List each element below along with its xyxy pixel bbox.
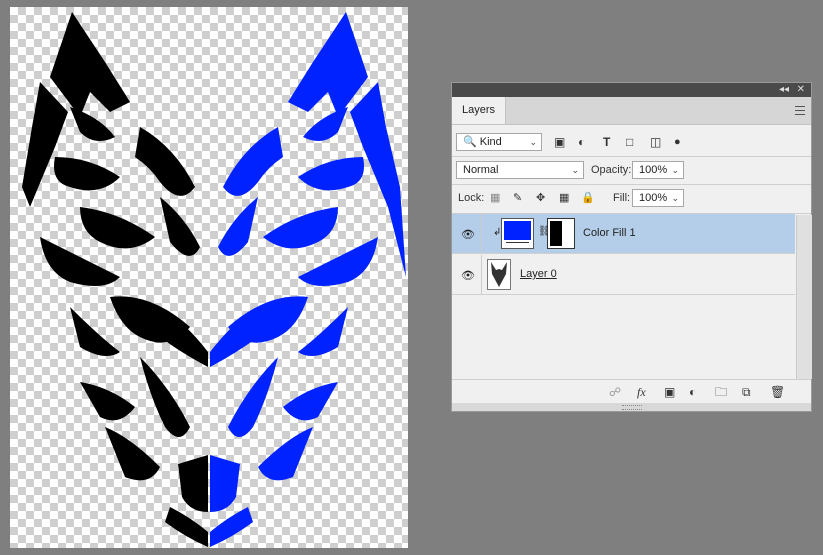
lock-label: Lock: bbox=[458, 192, 485, 204]
chevron-down-icon: ⌄ bbox=[671, 193, 679, 203]
chevron-down-icon: ⌄ bbox=[529, 137, 537, 147]
link-icon[interactable]: ☍ bbox=[609, 385, 621, 399]
adjustment-icon[interactable]: ◐ bbox=[689, 385, 696, 399]
lock-all-icon[interactable]: 🔒 bbox=[581, 189, 595, 207]
kind-filter-label: Kind bbox=[479, 136, 502, 148]
blend-row: Normal ⌄ Opacity: 100% ⌄ bbox=[452, 161, 811, 181]
search-icon: 🔍 bbox=[463, 136, 477, 148]
mask-icon[interactable]: ▣ bbox=[664, 385, 675, 399]
layer-name[interactable]: Layer 0 bbox=[520, 268, 557, 280]
lock-transparency-icon[interactable]: ▦ bbox=[490, 189, 500, 207]
tab-layers[interactable]: Layers bbox=[452, 97, 507, 124]
lock-position-icon[interactable]: ✥ bbox=[536, 189, 545, 207]
blend-mode-select[interactable]: Normal ⌄ bbox=[456, 161, 584, 179]
document-canvas[interactable] bbox=[10, 7, 408, 548]
fill-color-swatch bbox=[504, 221, 531, 240]
resize-handle[interactable] bbox=[452, 403, 811, 411]
lock-artboard-icon[interactable]: ▦ bbox=[559, 189, 569, 207]
fill-value: 100% bbox=[639, 192, 668, 204]
layer-name[interactable]: Color Fill 1 bbox=[583, 227, 636, 239]
filter-toggle-icon[interactable]: ● bbox=[674, 133, 681, 151]
layer-row-layer-0[interactable]: 👁 Layer 0 bbox=[452, 255, 795, 295]
folder-icon[interactable]: 🗀 bbox=[715, 385, 727, 399]
eye-column-divider bbox=[481, 214, 482, 253]
panel-menu-icon[interactable] bbox=[795, 106, 805, 115]
chevron-down-icon: ⌄ bbox=[671, 165, 679, 175]
new-layer-icon[interactable]: ⧉ bbox=[742, 385, 751, 399]
adjustment-filter-icon[interactable]: ◐ bbox=[578, 133, 585, 151]
layers-bottom-toolbar: ☍ fx ▣ ◐ 🗀 ⧉ 🗑 bbox=[452, 379, 811, 404]
fill-thumbnail[interactable] bbox=[501, 218, 534, 249]
eye-icon[interactable]: 👁 bbox=[461, 228, 475, 241]
opacity-input[interactable]: 100% ⌄ bbox=[632, 161, 684, 179]
eye-icon[interactable]: 👁 bbox=[461, 269, 475, 282]
layer-row-color-fill[interactable]: 👁 ↲ ⛓ Color Fill 1 bbox=[452, 214, 795, 254]
fx-icon[interactable]: fx bbox=[637, 385, 646, 399]
layer-mask-thumbnail[interactable] bbox=[547, 218, 575, 249]
lock-row: Lock: ▦ ✎ ✥ ▦ 🔒 Fill: 100% ⌄ bbox=[452, 189, 811, 209]
type-filter-icon[interactable]: T bbox=[603, 133, 610, 151]
image-filter-icon[interactable]: ▣ bbox=[554, 133, 565, 151]
smart-object-filter-icon[interactable]: ◫ bbox=[650, 133, 661, 151]
divider bbox=[452, 184, 811, 185]
wolf-thumbnail-icon bbox=[491, 262, 507, 287]
mask-black-area bbox=[550, 221, 562, 246]
layers-panel: ◂◂ ✕ Layers 🔍 Kind ⌄ ▣ ◐ T □ ◫ ● Normal … bbox=[451, 82, 812, 412]
trash-icon[interactable]: 🗑 bbox=[770, 385, 785, 399]
lock-paint-icon[interactable]: ✎ bbox=[513, 189, 522, 207]
close-icon[interactable]: ✕ bbox=[797, 83, 805, 97]
kind-filter-select[interactable]: 🔍 Kind ⌄ bbox=[456, 133, 542, 151]
opacity-label: Opacity: bbox=[591, 164, 632, 176]
swatch-base bbox=[506, 242, 529, 248]
blend-mode-value: Normal bbox=[463, 164, 499, 176]
layer-thumbnail[interactable] bbox=[487, 259, 511, 290]
shape-filter-icon[interactable]: □ bbox=[626, 133, 633, 151]
collapse-icon[interactable]: ◂◂ bbox=[779, 83, 789, 97]
filter-row: 🔍 Kind ⌄ ▣ ◐ T □ ◫ ● bbox=[452, 133, 811, 153]
tab-row: Layers bbox=[452, 97, 811, 125]
opacity-value: 100% bbox=[639, 164, 668, 176]
fill-label: Fill: bbox=[613, 192, 631, 204]
eye-column-divider bbox=[481, 255, 482, 294]
chevron-down-icon: ⌄ bbox=[571, 165, 579, 175]
fill-input[interactable]: 100% ⌄ bbox=[632, 189, 684, 207]
scrollbar[interactable] bbox=[796, 215, 812, 379]
panel-titlebar: ◂◂ ✕ bbox=[452, 83, 811, 97]
wolf-artwork bbox=[22, 12, 406, 547]
divider bbox=[452, 156, 811, 157]
